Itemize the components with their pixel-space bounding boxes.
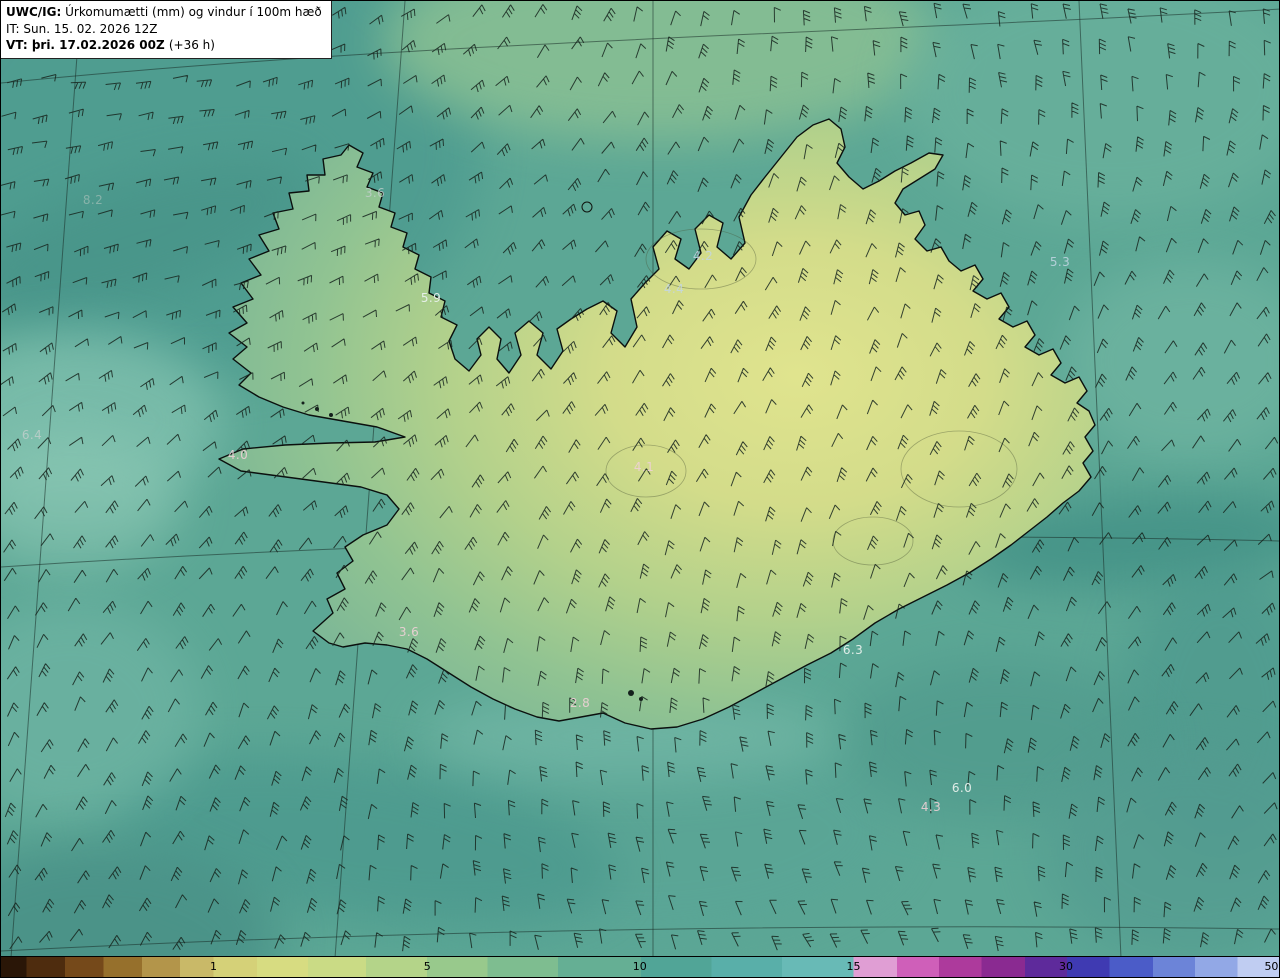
colorbar-tick-label: 50: [1264, 960, 1279, 973]
value-labels-layer: 8.2 3.6 5.9 4.2 4.4 5.3 6.4 4.0 4.1 3.6 2.8 6.3 6.0 4…: [1, 1, 1279, 958]
map-value-label: 5.3: [1049, 255, 1071, 269]
map-value-label: 3.6: [364, 186, 386, 200]
map-value-label: 6.0: [951, 781, 973, 795]
map-value-label: 2.8: [569, 696, 591, 710]
init-time-line: IT: Sun. 15. 02. 2026 12Z: [6, 21, 322, 38]
title-line: UWC/IG: Úrkomumætti (mm) og vindur í 100…: [6, 4, 322, 21]
map-value-label: 8.2: [82, 193, 104, 207]
map-value-label: 4.0: [227, 448, 249, 462]
valid-suffix: (+36 h): [168, 38, 215, 53]
valid-time-line: VT: þri. 17.02.2026 00Z (+36 h): [6, 37, 322, 54]
colorbar-tick-label: 15: [846, 960, 861, 973]
colorbar-tick-label: 1: [209, 960, 217, 973]
map-value-label: 5.9: [420, 291, 442, 305]
model-label: UWC/IG:: [6, 5, 62, 19]
map-value-label: 3.6: [398, 625, 420, 639]
map-value-label: 4.1: [633, 460, 655, 474]
colorbar: 1 5 10 15 30 50: [1, 956, 1279, 977]
init-value: Sun. 15. 02. 2026 12Z: [23, 21, 158, 36]
map-value-label: 6.3: [842, 643, 864, 657]
weather-map: 8.2 3.6 5.9 4.2 4.4 5.3 6.4 4.0 4.1 3.6 2.8 6.3 6.0 4…: [0, 0, 1280, 978]
map-title-box: UWC/IG: Úrkomumætti (mm) og vindur í 100…: [1, 1, 332, 59]
valid-label: VT:: [6, 38, 28, 53]
valid-value: þri. 17.02.2026 00Z: [31, 38, 165, 53]
colorbar-tick-label: 5: [423, 960, 431, 973]
colorbar-tick-label: 30: [1058, 960, 1073, 973]
map-value-label: 4.4: [663, 282, 685, 296]
init-label: IT:: [6, 21, 20, 36]
map-value-label: 6.4: [21, 428, 43, 442]
map-title: Úrkomumætti (mm) og vindur í 100m hæð: [65, 5, 322, 19]
map-value-label: 4.2: [692, 249, 714, 263]
map-value-label: 4.3: [920, 800, 942, 814]
colorbar-tick-label: 10: [632, 960, 647, 973]
